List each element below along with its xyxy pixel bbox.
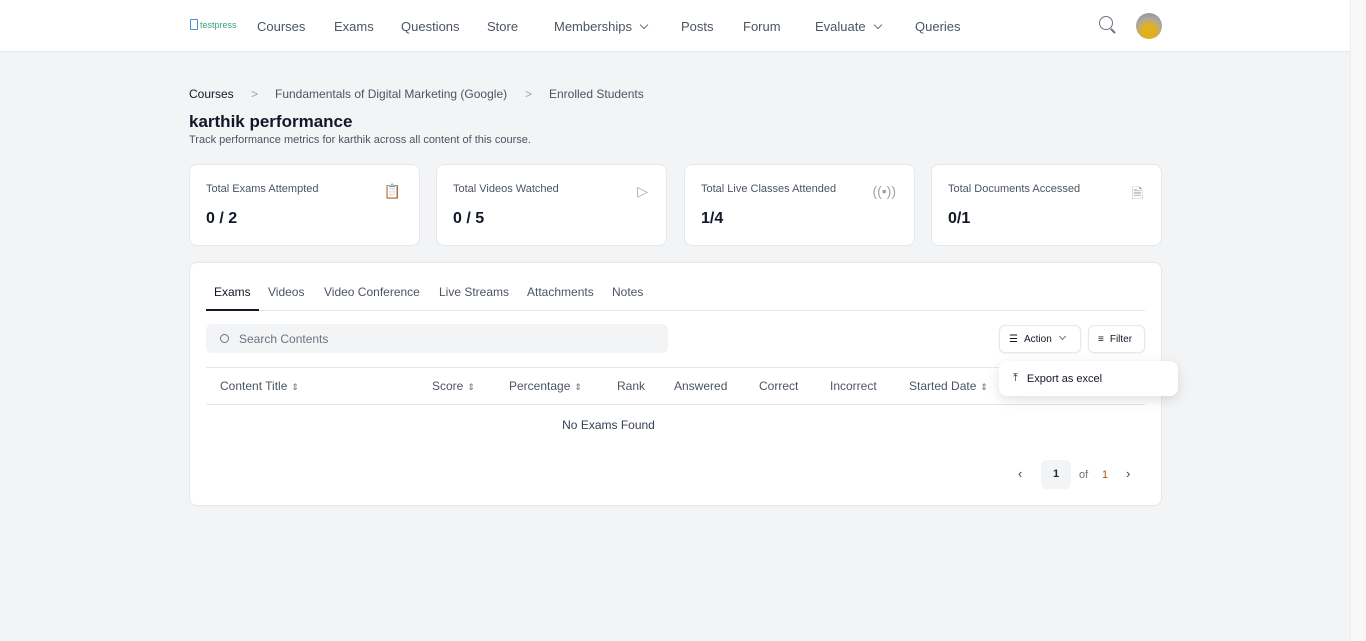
card-live-classes: Total Live Classes Attended 1/4 ((•))	[684, 164, 915, 246]
tab-bar: Exams Videos Video Conference Live Strea…	[206, 263, 1145, 311]
nav-store[interactable]: Store	[487, 19, 518, 34]
column-score[interactable]: Score ⇕	[432, 379, 475, 393]
breadcrumb-courses[interactable]: Courses	[189, 87, 234, 101]
column-started-date[interactable]: Started Date ⇕	[909, 379, 988, 393]
filter-button[interactable]: ≡ Filter	[1088, 325, 1145, 353]
chevron-down-icon	[639, 20, 649, 30]
nav-forum[interactable]: Forum	[743, 19, 781, 34]
scrollbar[interactable]	[1350, 0, 1366, 641]
total-pages: 1	[1102, 469, 1109, 481]
nav-courses[interactable]: Courses	[257, 19, 305, 34]
card-value: 0 / 2	[206, 210, 238, 227]
column-label: Percentage	[509, 379, 571, 393]
chevron-down-icon	[1058, 332, 1066, 340]
card-exams: Total Exams Attempted 0 / 2 📋	[189, 164, 420, 246]
list-icon: ☰	[1009, 333, 1018, 345]
column-percentage[interactable]: Percentage ⇕	[509, 379, 582, 393]
card-value: 0/1	[948, 210, 971, 227]
breadcrumb-separator: >	[525, 87, 533, 101]
search-icon[interactable]	[1099, 16, 1113, 30]
action-label: Action	[1023, 333, 1052, 345]
nav-exams[interactable]: Exams	[334, 19, 374, 34]
card-label: Total Live Classes Attended	[701, 183, 837, 195]
video-icon: ▷	[637, 183, 648, 199]
testpress-logo[interactable]: testpress	[190, 19, 237, 30]
nav-evaluate[interactable]: Evaluate	[815, 19, 882, 34]
column-content-title[interactable]: Content Title ⇕	[220, 379, 299, 393]
column-rank: Rank	[617, 379, 646, 393]
tab-attachments[interactable]: Attachments	[527, 285, 594, 299]
column-label: Started Date	[909, 379, 977, 393]
column-answered: Answered	[674, 379, 728, 393]
logo-icon	[190, 19, 198, 30]
sort-icon: ⇕	[467, 382, 475, 392]
card-value: 0 / 5	[453, 210, 485, 227]
sort-icon: ⇕	[574, 382, 582, 392]
tab-notes[interactable]: Notes	[612, 285, 643, 299]
tab-exams[interactable]: Exams	[206, 285, 259, 311]
clipboard-icon: 📋	[383, 183, 401, 199]
breadcrumb-separator: >	[251, 87, 259, 101]
tab-video-conference[interactable]: Video Conference	[324, 285, 420, 299]
export-excel-menu-item[interactable]: ⤒ Export as excel	[999, 361, 1178, 396]
nav-questions[interactable]: Questions	[401, 19, 460, 34]
column-label: Score	[432, 379, 464, 393]
card-label: Total Documents Accessed	[948, 183, 1081, 195]
nav-memberships-label: Memberships	[554, 19, 633, 34]
breadcrumb-course[interactable]: Fundamentals of Digital Marketing (Googl…	[275, 87, 507, 101]
divider	[206, 404, 1145, 405]
prev-page-button[interactable]: ‹	[1018, 466, 1022, 481]
current-page[interactable]: 1	[1041, 460, 1071, 489]
card-value: 1/4	[701, 210, 724, 227]
export-label: Export as excel	[1026, 372, 1103, 385]
top-nav: testpress Courses Exams Questions Store …	[0, 0, 1350, 52]
card-documents: Total Documents Accessed 0/1 🗎	[931, 164, 1162, 246]
sort-icon: ⇕	[980, 382, 988, 392]
nav-posts[interactable]: Posts	[681, 19, 714, 34]
card-label: Total Exams Attempted	[206, 183, 319, 195]
search-input[interactable]	[206, 324, 668, 353]
document-icon: 🗎	[1131, 185, 1143, 201]
broadcast-icon: ((•))	[872, 183, 896, 199]
tab-live-streams[interactable]: Live Streams	[439, 285, 509, 299]
page-of-label: of	[1079, 469, 1089, 481]
card-videos: Total Videos Watched 0 / 5 ▷	[436, 164, 667, 246]
avatar[interactable]	[1136, 13, 1162, 39]
page-subtitle: Track performance metrics for karthik ac…	[189, 134, 531, 146]
search-icon	[220, 334, 229, 343]
action-button[interactable]: ☰ Action	[999, 325, 1081, 353]
logo-text: testpress	[200, 19, 237, 30]
card-label: Total Videos Watched	[453, 183, 559, 195]
sort-icon: ⇕	[291, 382, 299, 392]
upload-icon: ⤒	[1013, 372, 1018, 384]
next-page-button[interactable]: ›	[1126, 466, 1130, 481]
sliders-icon: ≡	[1098, 333, 1104, 345]
column-label: Content Title	[220, 379, 288, 393]
empty-message: No Exams Found	[562, 418, 655, 432]
page-title: karthik performance	[189, 112, 353, 131]
column-incorrect: Incorrect	[830, 379, 877, 393]
nav-memberships[interactable]: Memberships	[554, 19, 649, 34]
column-correct: Correct	[759, 379, 799, 393]
breadcrumb-enrolled[interactable]: Enrolled Students	[549, 87, 644, 101]
tab-videos[interactable]: Videos	[268, 285, 304, 299]
chevron-down-icon	[873, 20, 882, 30]
nav-evaluate-label: Evaluate	[815, 19, 866, 34]
filter-label: Filter	[1109, 333, 1133, 345]
nav-queries[interactable]: Queries	[915, 19, 961, 34]
